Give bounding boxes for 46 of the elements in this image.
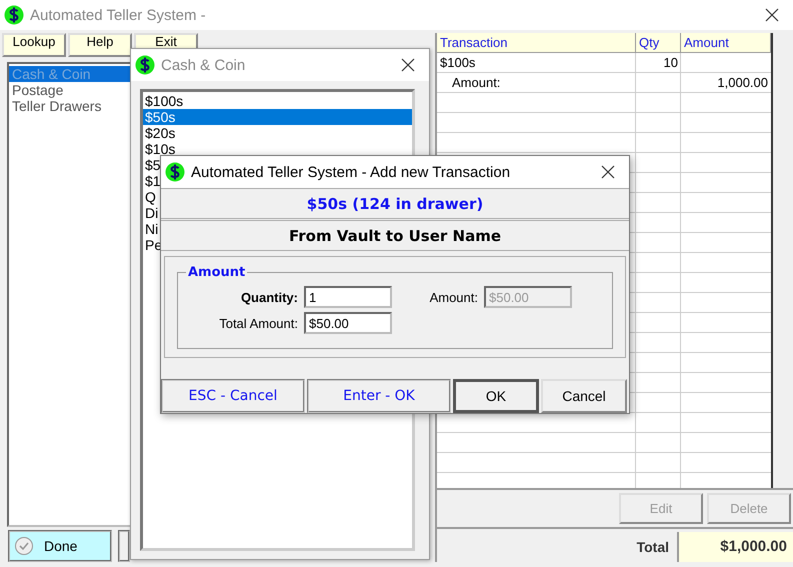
- denomination-item[interactable]: $100s: [143, 93, 184, 109]
- table-cell: 1,000.00: [717, 75, 768, 90]
- dialog-title: Automated Teller System - Add new Transaction: [191, 164, 510, 180]
- denomination-item[interactable]: Ni: [143, 221, 158, 237]
- group-label: Amount: [187, 265, 246, 280]
- side-button[interactable]: [118, 530, 130, 562]
- denomination-item[interactable]: $20s: [143, 125, 176, 141]
- column-header[interactable]: Qty: [636, 33, 681, 53]
- check-icon: [14, 536, 34, 556]
- column-header[interactable]: Amount: [681, 33, 771, 53]
- dollar-icon: [135, 55, 155, 75]
- denomination-item[interactable]: Di: [143, 205, 158, 221]
- menu-tab[interactable]: Help: [68, 33, 132, 57]
- quantity-label: Quantity:: [240, 290, 299, 304]
- shortcut-hint: ESC - Cancel: [161, 379, 305, 413]
- total-amount-label: Total Amount:: [218, 316, 299, 330]
- transfer-heading: From Vault to User Name: [288, 226, 502, 244]
- category-item[interactable]: Teller Drawers: [9, 98, 131, 114]
- column-header[interactable]: Transaction: [437, 33, 636, 53]
- amount-label: Amount:: [428, 290, 479, 304]
- close-icon[interactable]: [401, 58, 415, 72]
- window-title: Cash & Coin: [161, 56, 246, 74]
- total-value: $1,000.00: [677, 532, 793, 562]
- dollar-icon: [4, 5, 24, 25]
- denomination-item[interactable]: $50s: [143, 109, 412, 125]
- category-item[interactable]: Postage: [9, 82, 131, 98]
- dialog-button[interactable]: Cancel: [541, 379, 627, 413]
- denomination-item[interactable]: Q: [143, 189, 156, 205]
- table-cell: Amount:: [452, 75, 500, 90]
- denomination-item[interactable]: $5: [143, 157, 161, 173]
- quantity-field[interactable]: 1: [304, 286, 392, 308]
- done-button[interactable]: Done: [8, 530, 112, 562]
- table-cell: 10: [664, 55, 678, 70]
- dollar-icon: [165, 162, 185, 182]
- window-title: Automated Teller System -: [30, 6, 206, 24]
- denomination-item[interactable]: $1: [143, 173, 161, 189]
- shortcut-hint: Enter - OK: [307, 379, 451, 413]
- denomination-heading: $50s (124 in drawer): [306, 194, 484, 212]
- close-icon[interactable]: [765, 8, 779, 22]
- denomination-item[interactable]: $10s: [143, 141, 176, 157]
- dialog-button[interactable]: OK: [453, 379, 539, 413]
- total-amount-field[interactable]: $50.00: [304, 312, 392, 334]
- close-icon[interactable]: [601, 165, 615, 179]
- table-cell: $100s: [440, 55, 476, 70]
- menu-tab[interactable]: Lookup: [2, 33, 66, 57]
- total-label: Total: [636, 539, 669, 555]
